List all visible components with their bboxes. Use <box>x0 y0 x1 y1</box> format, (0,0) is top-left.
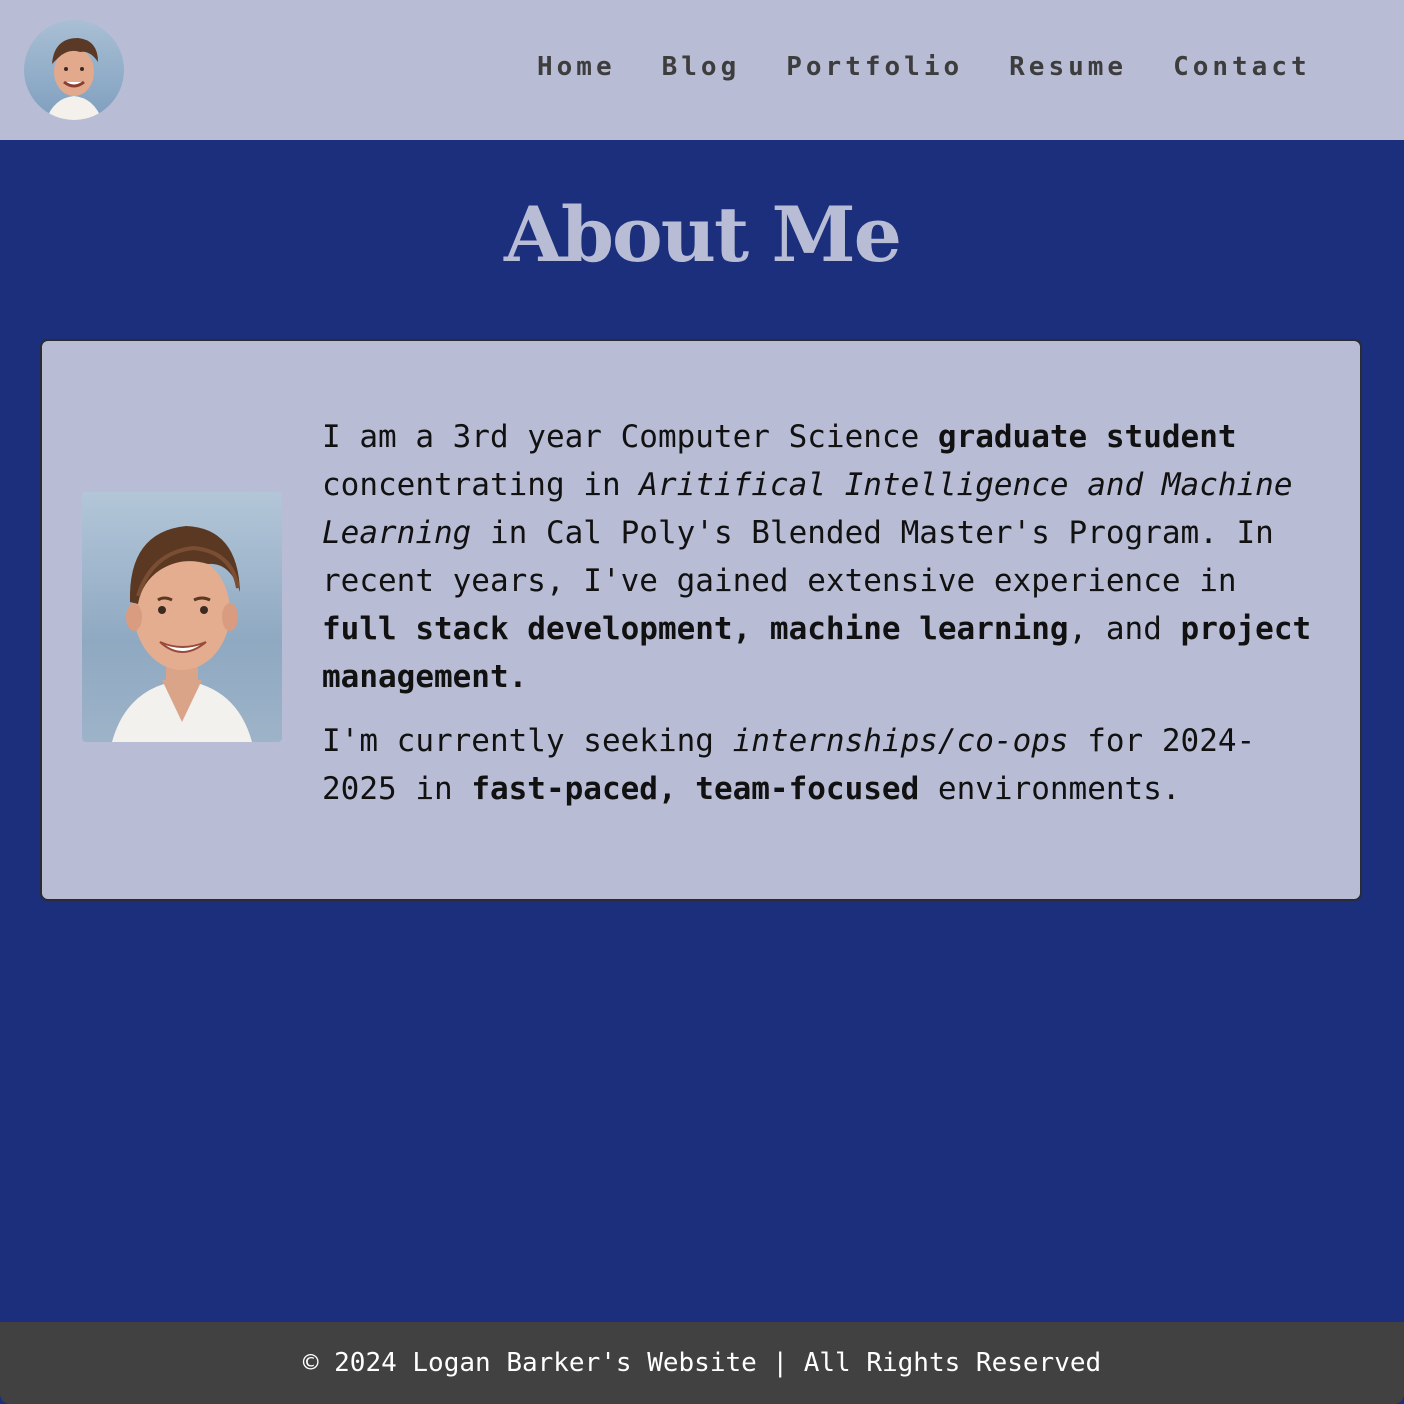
about-text: I am a 3rd year Computer Science graduat… <box>322 413 1322 829</box>
avatar[interactable] <box>24 20 124 120</box>
footer-text: © 2024 Logan Barker's Website | All Righ… <box>302 1348 1102 1378</box>
main-nav: Home Blog Portfolio Resume Contact <box>537 52 1311 82</box>
nav-link-contact[interactable]: Contact <box>1173 52 1311 82</box>
emphasis-environment: fast-paced, team-focused <box>471 771 920 807</box>
portrait-image <box>82 492 282 742</box>
nav-link-portfolio[interactable]: Portfolio <box>786 52 963 82</box>
about-paragraph-2: I'm currently seeking internships/co-ops… <box>322 717 1322 813</box>
portrait-photo <box>82 492 282 742</box>
navbar: Home Blog Portfolio Resume Contact <box>0 0 1404 140</box>
emphasis-skills: full stack development, machine learning <box>322 611 1069 647</box>
nav-link-home[interactable]: Home <box>537 52 616 82</box>
emphasis-internships: internships/co-ops <box>732 723 1069 759</box>
avatar-photo <box>24 20 124 120</box>
text-segment: environments. <box>919 771 1181 807</box>
about-paragraph-1: I am a 3rd year Computer Science graduat… <box>322 413 1322 701</box>
text-segment: , and <box>1068 611 1181 647</box>
about-card: I am a 3rd year Computer Science graduat… <box>40 339 1362 901</box>
text-segment: I am a 3rd year Computer Science <box>322 419 938 455</box>
text-segment: concentrating in <box>322 467 640 503</box>
page-title: About Me <box>503 190 902 279</box>
footer: © 2024 Logan Barker's Website | All Righ… <box>0 1322 1404 1404</box>
emphasis-graduate-student: graduate student <box>937 419 1237 455</box>
text-segment: I'm currently seeking <box>322 723 733 759</box>
nav-link-resume[interactable]: Resume <box>1009 52 1127 82</box>
nav-link-blog[interactable]: Blog <box>662 52 741 82</box>
